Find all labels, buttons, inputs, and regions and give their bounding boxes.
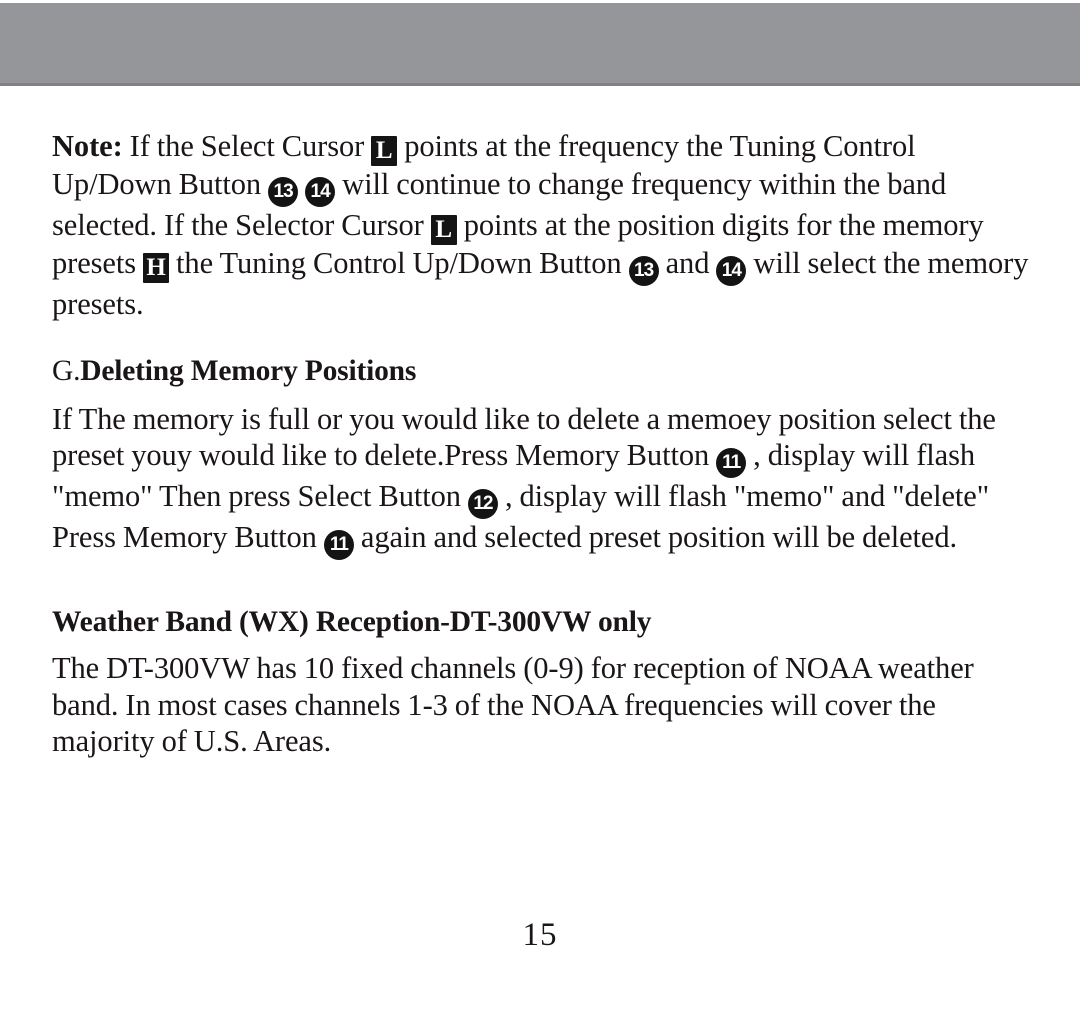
badge-memory-button-11-first: 11 [716,448,747,478]
badge-button-13-second: 13 [628,256,659,286]
spacer-after-wx-heading [52,640,1037,650]
g-text-4: again and selected preset position will … [353,520,957,554]
page-header-band [0,3,1080,86]
page-content: Note: If the Select Cursor L points at t… [52,128,1037,760]
page-number: 15 [522,917,558,953]
note-text-6: and [658,246,717,280]
section-title-g: Deleting Memory Positions [80,354,417,387]
badge-button-13-first: 13 [268,177,299,207]
note-text-1: If the Select Cursor [122,129,372,163]
badge-button-14-first: 14 [305,177,336,207]
section-letter-g: G. [52,354,81,387]
badge-preset-h: H [143,253,170,283]
section-heading-weather-band: Weather Band (WX) Reception-DT-300VW onl… [52,606,652,638]
badge-cursor-l-1: L [371,136,398,166]
spacer-after-note [52,323,1037,353]
spacer-after-g-heading [52,389,1037,401]
section-heading-deleting-memory-positions: G.Deleting Memory Positions [52,353,1037,389]
section-g-paragraph: If The memory is full or you would like … [52,401,1037,560]
badge-button-14-second: 14 [716,256,747,286]
note-label: Note: [52,129,123,163]
section-weather-band-paragraph: The DT-300VW has 10 fixed channels (0-9)… [52,651,974,758]
spacer-before-weather-band [52,560,1037,604]
note-paragraph: Note: If the Select Cursor L points at t… [52,128,1037,323]
badge-select-button-12: 12 [467,489,498,519]
note-text-5: the Tuning Control Up/Down Button [169,246,629,280]
note-spacer-1 [298,167,305,201]
badge-cursor-l-2: L [430,215,457,245]
badge-memory-button-11-second: 11 [323,530,354,560]
